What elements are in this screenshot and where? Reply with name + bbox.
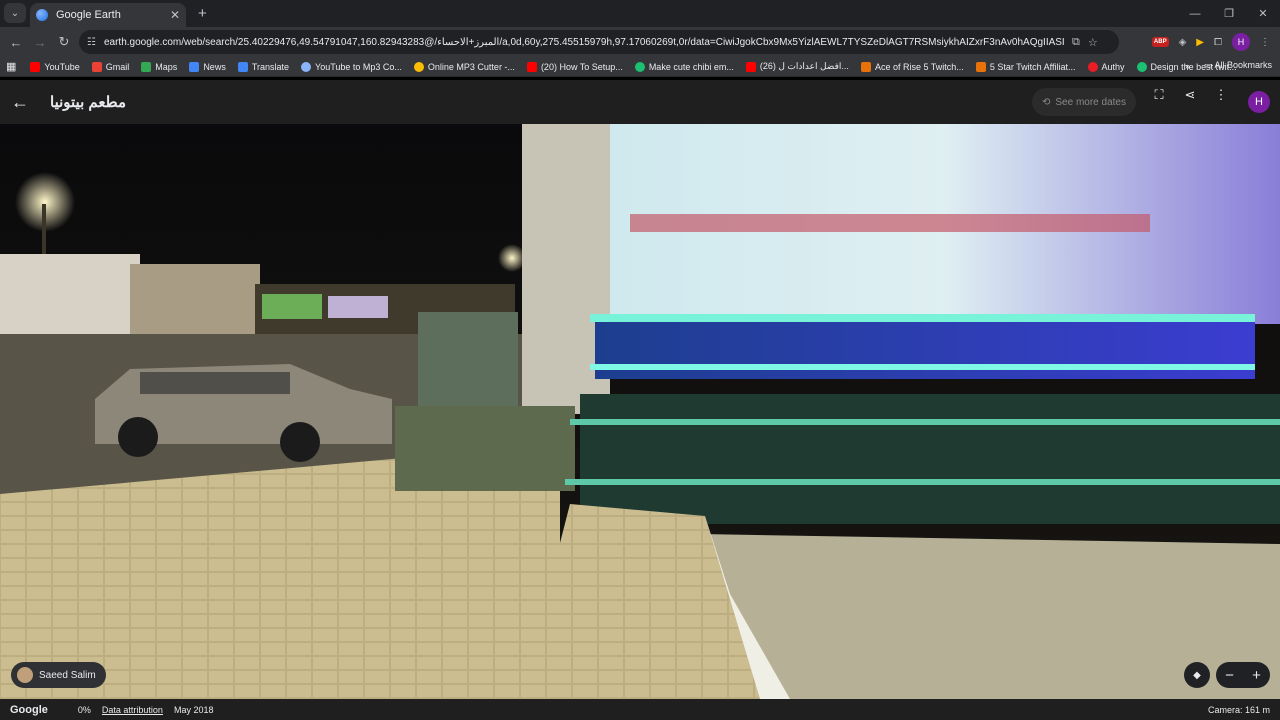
zoom-control: − + [1216,662,1270,688]
fiverr-icon [634,61,645,72]
close-tab-icon[interactable]: ✕ [170,8,180,22]
bookmark-item[interactable]: 5 Star Twitch Affiliat... [975,61,1076,72]
minimize-icon[interactable]: — [1178,0,1212,27]
bookmark-item[interactable]: Maps [141,61,177,72]
etsy-icon [975,61,986,72]
bookmarks-bar: ▦ YouTube Gmail Maps News Translate YouT… [0,57,1280,77]
author-chip[interactable]: Saeed Salim [11,662,106,688]
more-bookmarks-icon[interactable]: » [1185,61,1190,71]
more-options-icon[interactable]: ⋮ [1212,87,1230,103]
google-logo: Google [10,703,48,716]
bookmark-item[interactable]: Make cute chibi em... [634,61,734,72]
author-avatar [17,667,33,683]
compass-icon[interactable]: ◆ [1184,662,1210,688]
navigation-toolbar: ← → ↻ ☷ earth.google.com/web/search/25.4… [0,27,1280,57]
earth-header: ← مطعم بيتونيا ⟲ See more dates ⛶ ⋖ ⋮ [0,80,1280,124]
restore-icon[interactable]: ❐ [1212,0,1246,27]
history-icon: ⟲ [1042,96,1051,108]
earth-favicon-icon [36,9,48,21]
forward-icon[interactable]: → [28,35,52,50]
earth-footer: Google 0% Data attribution May 2018 Came… [0,699,1280,720]
bookmark-item[interactable]: Translate [237,61,289,72]
bookmark-item[interactable]: YouTube [30,61,80,72]
install-app-icon[interactable]: ⧉ [1072,36,1080,49]
bookmark-star-icon[interactable]: ☆ [1088,36,1098,49]
adblock-extension-icon[interactable]: ABP [1151,37,1169,47]
close-window-icon[interactable]: ✕ [1246,0,1280,27]
youtube-icon [30,61,41,72]
tab-search-button[interactable]: ⌄ [4,3,26,23]
author-name: Saeed Salim [39,669,96,681]
bookmark-item[interactable]: Ace of Rise 5 Twitch... [860,61,964,72]
converter-icon [301,61,312,72]
zoom-in-icon[interactable]: + [1252,667,1261,684]
fiverr-icon [1136,61,1147,72]
all-bookmarks-button[interactable]: ▭ All Bookmarks [1204,60,1272,71]
bookmark-item[interactable]: (26) افضل اعدادات ل... [745,61,849,72]
youtube-icon [745,61,756,72]
profile-avatar[interactable]: H [1232,33,1250,51]
street-view-panorama[interactable] [0,124,1280,699]
gmail-icon [91,61,102,72]
see-more-dates-button[interactable]: ⟲ See more dates [1032,88,1136,116]
news-icon [189,61,200,72]
translate-icon [237,61,248,72]
apps-grid-icon[interactable]: ▦ [6,60,16,73]
share-icon[interactable]: ⋖ [1181,87,1199,103]
street-view-image [0,124,1280,699]
see-more-dates-label: See more dates [1055,96,1126,108]
bookmark-item[interactable]: Authy [1087,61,1125,72]
extension-icon[interactable]: ◈ [1179,37,1187,48]
camera-altitude: Camera: 161 m [1207,704,1270,715]
mp3-cutter-icon [413,61,424,72]
youtube-icon [526,61,537,72]
tab-title: Google Earth [56,9,121,21]
reload-icon[interactable]: ↻ [52,34,76,50]
bookmarks-right: » ▭ All Bookmarks [1185,60,1272,71]
url-text[interactable]: earth.google.com/web/search/25.40229476,… [104,37,1064,48]
zoom-out-icon[interactable]: − [1225,667,1234,684]
authy-icon [1087,61,1098,72]
load-percent: 0% [77,704,91,715]
tab-strip: ⌄ Google Earth ✕ + — ❐ ✕ [0,0,1280,27]
address-bar[interactable]: ☷ earth.google.com/web/search/25.4022947… [79,30,1119,54]
extensions-area: ABP ◈ ▶ ⧠ H ⋮ [1151,30,1270,54]
capture-date: May 2018 [173,704,214,715]
etsy-icon [860,61,871,72]
back-arrow-icon[interactable]: ← [2,92,38,113]
window-controls: — ❐ ✕ [1178,0,1280,27]
earth-header-actions: ⛶ ⋖ ⋮ [1150,87,1230,103]
tab-google-earth[interactable]: Google Earth ✕ [30,3,186,27]
new-tab-icon[interactable]: + [198,5,207,22]
data-attribution-link[interactable]: Data attribution [102,705,163,715]
play-extension-icon[interactable]: ▶ [1196,37,1204,48]
chrome-menu-icon[interactable]: ⋮ [1260,37,1270,48]
bookmark-item[interactable]: Gmail [91,61,129,72]
fullscreen-icon[interactable]: ⛶ [1150,87,1168,103]
bookmark-item[interactable]: Online MP3 Cutter -... [413,61,515,72]
site-info-icon[interactable]: ☷ [87,37,96,48]
back-icon[interactable]: ← [4,35,28,50]
bookmark-item[interactable]: (20) How To Setup... [526,61,623,72]
maps-icon [141,61,152,72]
folder-icon: ▭ [1203,60,1213,70]
puzzle-extensions-icon[interactable]: ⧠ [1214,37,1222,48]
bookmark-item[interactable]: News [189,61,226,72]
place-title: مطعم بيتونيا [50,94,126,111]
bookmark-item[interactable]: YouTube to Mp3 Co... [301,61,402,72]
account-avatar[interactable]: H [1248,91,1270,113]
